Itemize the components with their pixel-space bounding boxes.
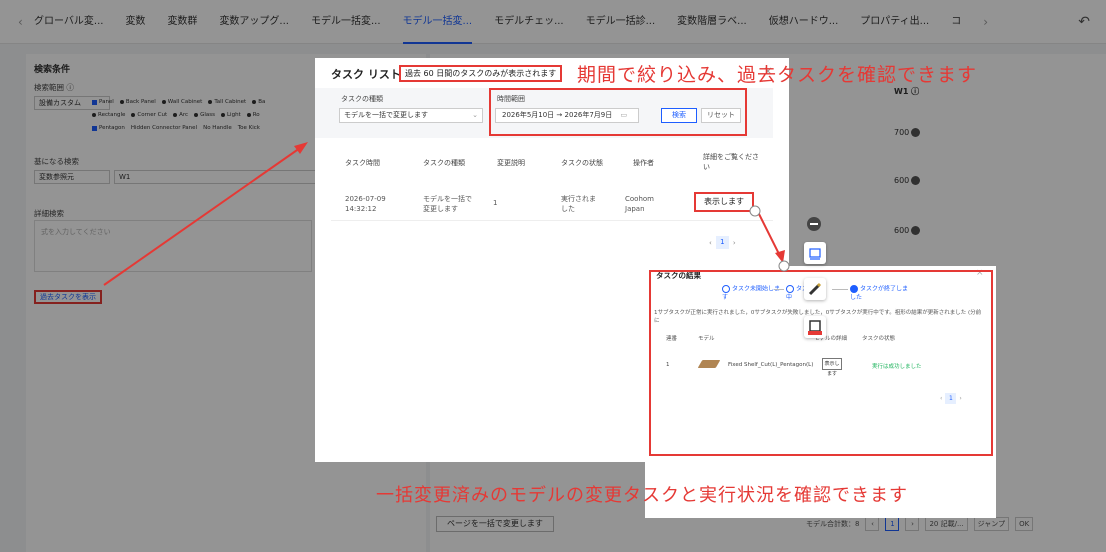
arrow-handle[interactable] [778, 260, 790, 272]
annotation-bottom: 一括変更済みのモデルの変更タスクと実行状況を確認できます [376, 485, 908, 506]
arrow-handle[interactable] [749, 205, 761, 217]
annotation-top: 期間で絞り込み、過去タスクを確認できます [577, 64, 978, 86]
arrowhead-icon [294, 142, 308, 154]
arrow-to-task-list [103, 147, 301, 286]
arrow-to-result [757, 211, 781, 257]
